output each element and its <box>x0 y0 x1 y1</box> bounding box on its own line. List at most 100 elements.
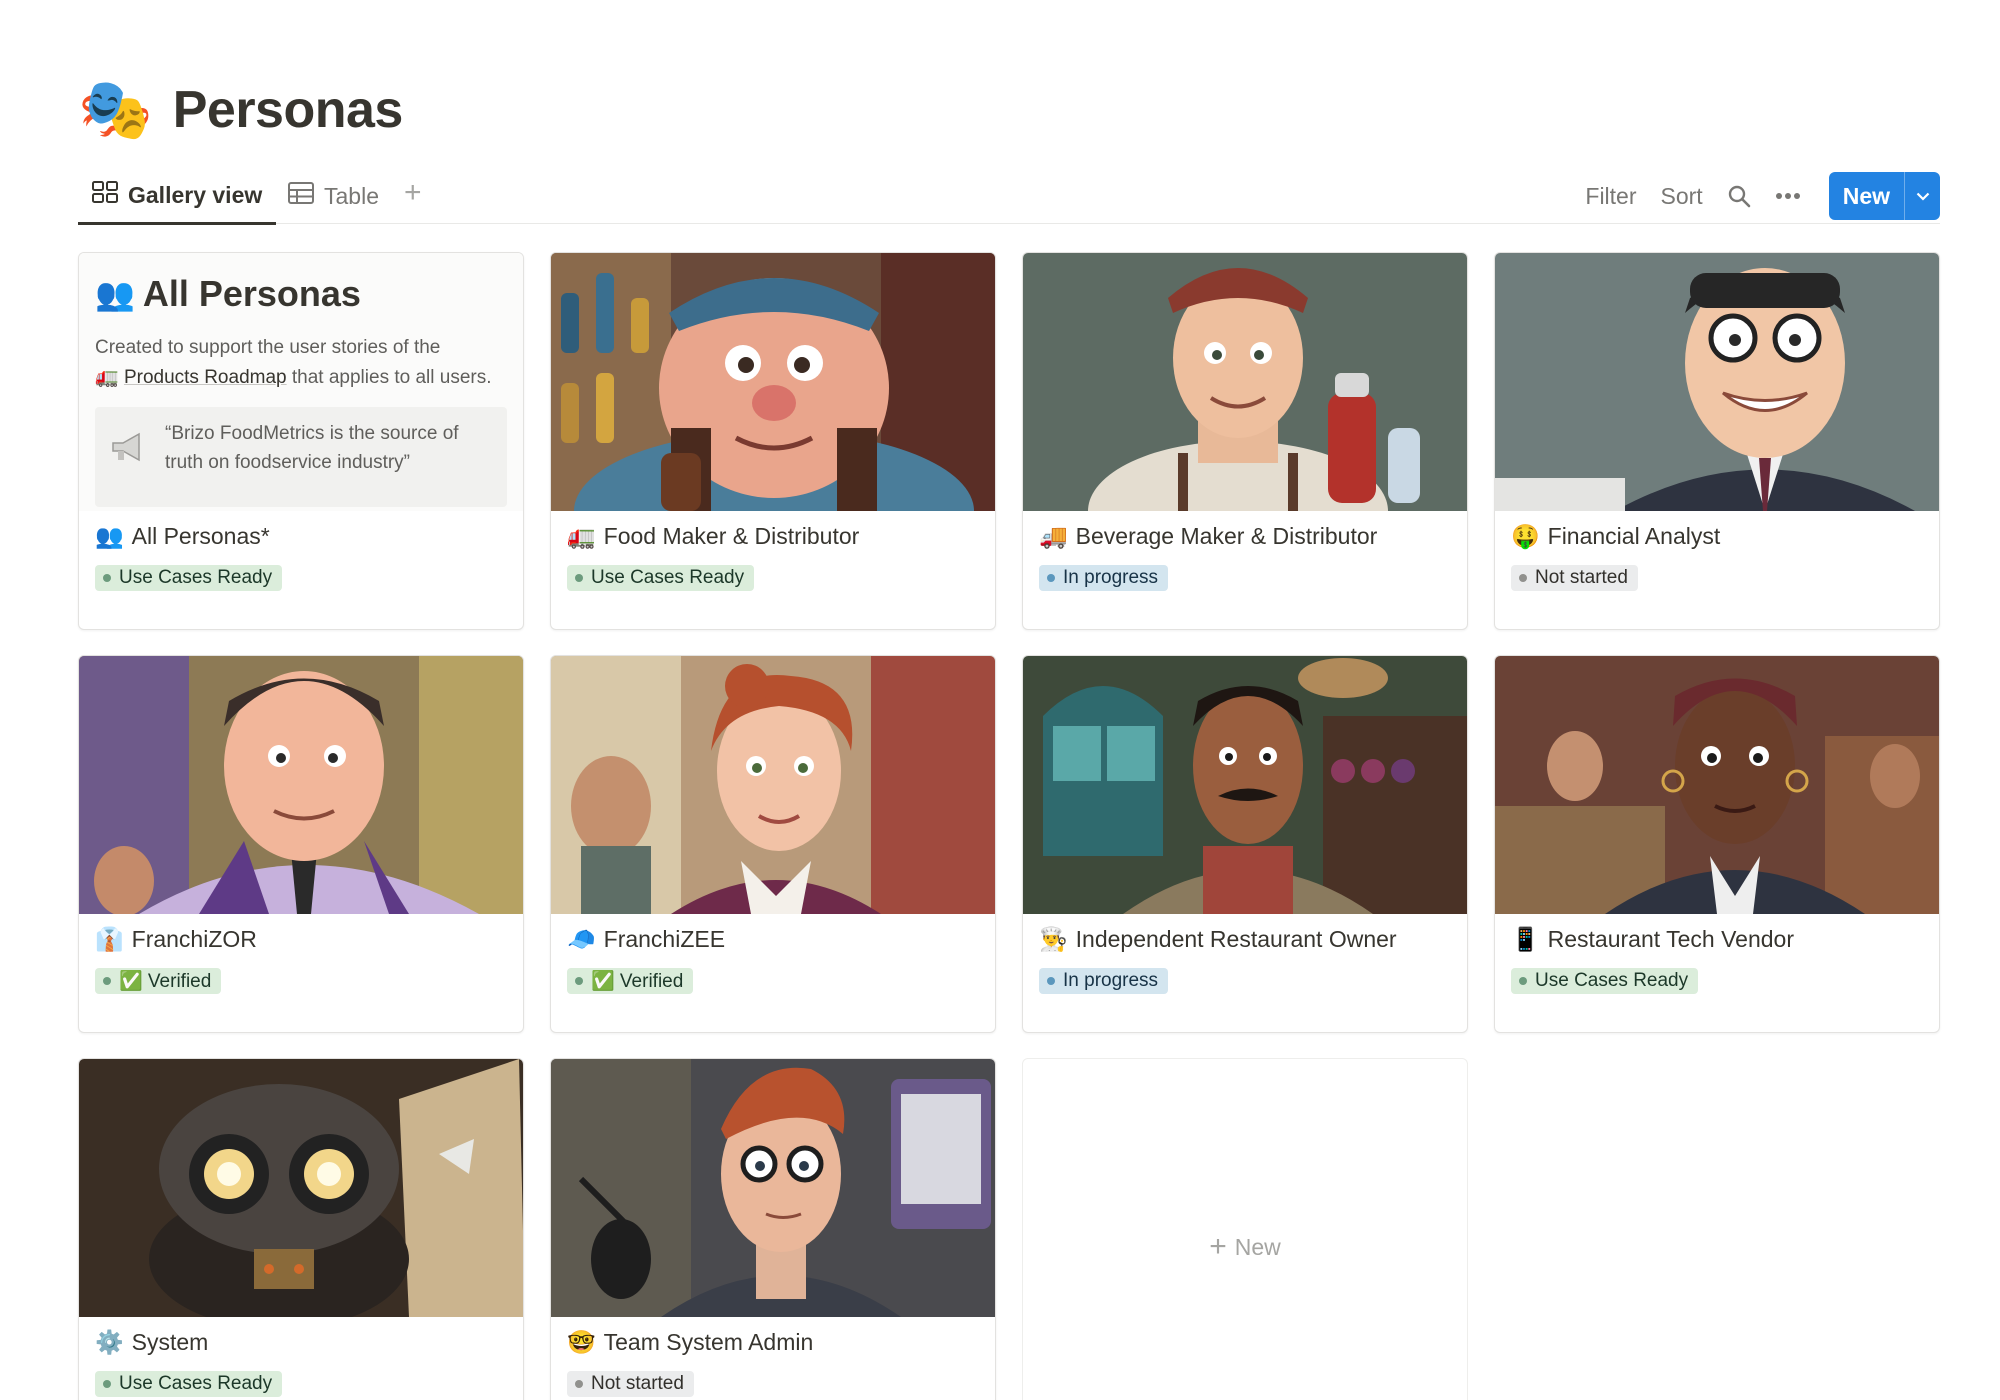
status-text: In progress <box>1063 567 1159 588</box>
card-title-text: FranchiZEE <box>603 926 726 952</box>
card-cover-image <box>551 253 995 511</box>
card-title: 👨‍🍳 Independent Restaurant Owner <box>1039 926 1397 953</box>
people-icon: 👥 <box>95 276 135 312</box>
card-cover-image <box>551 656 995 914</box>
gallery-card-all-personas[interactable]: 👥 All Personas Created to support the us… <box>78 252 524 630</box>
card-title-text: Team System Admin <box>603 1329 814 1355</box>
sort-button[interactable]: Sort <box>1661 183 1703 210</box>
tab-table-view[interactable]: Table <box>274 168 393 224</box>
status-badge: In progress <box>1039 565 1169 591</box>
card-cover-image <box>79 1059 523 1317</box>
card-title-text: Independent Restaurant Owner <box>1075 926 1397 952</box>
status-badge: Not started <box>1511 565 1638 591</box>
card-title: ⚙️ System <box>95 1329 208 1356</box>
table-icon <box>288 182 314 210</box>
gallery-card-food-maker[interactable]: 🚛 Food Maker & Distributor Use Cases Read… <box>550 252 996 630</box>
new-button[interactable]: New <box>1828 172 1940 220</box>
status-badge: ✅ Verified <box>95 968 222 994</box>
new-card-button[interactable]: + New <box>1022 1058 1468 1400</box>
status-text: ✅ Verified <box>119 971 212 992</box>
all-personas-heading-text: All Personas <box>142 273 361 314</box>
status-text: Not started <box>591 1373 684 1394</box>
all-personas-description: Created to support the user stories of t… <box>95 333 507 393</box>
megaphone-icon <box>109 431 147 495</box>
search-icon[interactable] <box>1727 184 1751 208</box>
card-cover-image <box>1495 253 1939 511</box>
card-title-text: System <box>131 1329 209 1355</box>
status-text: Use Cases Ready <box>119 567 273 588</box>
status-badge: Not started <box>567 1371 694 1397</box>
card-emoji-icon: 🤑 <box>1511 523 1540 549</box>
card-title: 🤓 Team System Admin <box>567 1329 813 1356</box>
card-emoji-icon: ⚙️ <box>95 1329 124 1355</box>
callout-quote: “Brizo FoodMetrics is the source of trut… <box>95 407 507 507</box>
card-title-text: All Personas* <box>131 523 270 549</box>
card-title: 👥 All Personas* <box>95 523 270 550</box>
card-title: 🚛 Food Maker & Distributor <box>567 523 859 550</box>
more-options-icon[interactable] <box>1775 192 1801 200</box>
status-badge: Use Cases Ready <box>567 565 755 591</box>
plus-icon: + <box>1209 1230 1227 1263</box>
tab-gallery-label: Gallery view <box>128 181 263 208</box>
products-roadmap-link[interactable]: Products Roadmap <box>124 367 287 388</box>
gallery-card-team-system-admin[interactable]: 🤓 Team System Admin Not started <box>550 1058 996 1400</box>
new-card-label: New <box>1234 1233 1281 1260</box>
card-emoji-icon: 🧢 <box>567 926 596 952</box>
card-title-text: Beverage Maker & Distributor <box>1075 523 1378 549</box>
status-text: Use Cases Ready <box>1535 970 1689 991</box>
gallery-card-system[interactable]: ⚙️ System Use Cases Ready <box>78 1058 524 1400</box>
database-toolbar: Gallery view Table + Filter Sort New <box>78 168 1940 225</box>
card-cover-image <box>79 656 523 914</box>
page: 🎭 Personas Gallery view Table + Filter S… <box>78 0 1940 1400</box>
card-emoji-icon: 🚚 <box>1039 523 1068 549</box>
card-title-text: Restaurant Tech Vendor <box>1547 926 1794 952</box>
tab-table-label: Table <box>324 182 379 209</box>
description-text: Created to support the user stories of t… <box>95 337 441 358</box>
status-badge: ✅ Verified <box>567 968 694 994</box>
card-emoji-icon: 📱 <box>1511 926 1540 952</box>
card-emoji-icon: 👔 <box>95 926 124 952</box>
status-badge: Use Cases Ready <box>95 1371 283 1397</box>
card-title-text: Food Maker & Distributor <box>603 523 860 549</box>
card-title: 🧢 FranchiZEE <box>567 926 725 953</box>
new-button-label: New <box>1842 182 1890 209</box>
status-badge: Use Cases Ready <box>95 565 283 591</box>
page-title[interactable]: Personas <box>173 80 404 140</box>
card-title: 🚚 Beverage Maker & Distributor <box>1039 523 1377 550</box>
card-title: 👔 FranchiZOR <box>95 926 257 953</box>
tab-gallery-view[interactable]: Gallery view <box>78 168 277 225</box>
truck-icon: 🚛 <box>95 367 119 388</box>
status-text: Use Cases Ready <box>119 1373 273 1394</box>
status-badge: In progress <box>1039 968 1169 994</box>
status-text: Use Cases Ready <box>591 567 745 588</box>
add-view-plus-icon[interactable]: + <box>404 176 422 210</box>
card-emoji-icon: 👥 <box>95 523 124 549</box>
quote-text: “Brizo FoodMetrics is the source of trut… <box>165 423 459 473</box>
gallery-icon <box>92 181 118 209</box>
page-header: 🎭 Personas <box>78 70 403 150</box>
all-personas-heading: 👥 All Personas <box>95 273 507 315</box>
toolbar-actions: Filter Sort New <box>1561 168 1940 224</box>
gallery-card-financial-analyst[interactable]: 🤑 Financial Analyst Not started <box>1494 252 1940 630</box>
card-cover-preview: 👥 All Personas Created to support the us… <box>79 253 523 511</box>
card-emoji-icon: 🤓 <box>567 1329 596 1355</box>
status-badge: Use Cases Ready <box>1511 968 1699 994</box>
gallery-card-franchizor[interactable]: 👔 FranchiZOR ✅ Verified <box>78 655 524 1033</box>
status-text: Not started <box>1535 567 1628 588</box>
card-title: 🤑 Financial Analyst <box>1511 523 1720 550</box>
filter-button[interactable]: Filter <box>1585 183 1636 210</box>
gallery-card-beverage-maker[interactable]: 🚚 Beverage Maker & Distributor In progres… <box>1022 252 1468 630</box>
gallery-card-franchizee[interactable]: 🧢 FranchiZEE ✅ Verified <box>550 655 996 1033</box>
status-text: In progress <box>1063 970 1159 991</box>
card-cover-image <box>1023 253 1467 511</box>
page-icon[interactable]: 🎭 <box>78 80 153 140</box>
chevron-down-icon[interactable] <box>1904 172 1940 220</box>
status-text: ✅ Verified <box>591 971 684 992</box>
card-emoji-icon: 👨‍🍳 <box>1039 926 1068 952</box>
card-title-text: FranchiZOR <box>131 926 257 952</box>
description-text-after: that applies to all users. <box>291 367 492 388</box>
gallery-card-restaurant-tech-vendor[interactable]: 📱 Restaurant Tech Vendor Use Cases Ready <box>1494 655 1940 1033</box>
gallery-card-independent-restaurant-owner[interactable]: 👨‍🍳 Independent Restaurant Owner In progr… <box>1022 655 1468 1033</box>
card-title-text: Financial Analyst <box>1547 523 1721 549</box>
card-cover-image <box>551 1059 995 1317</box>
